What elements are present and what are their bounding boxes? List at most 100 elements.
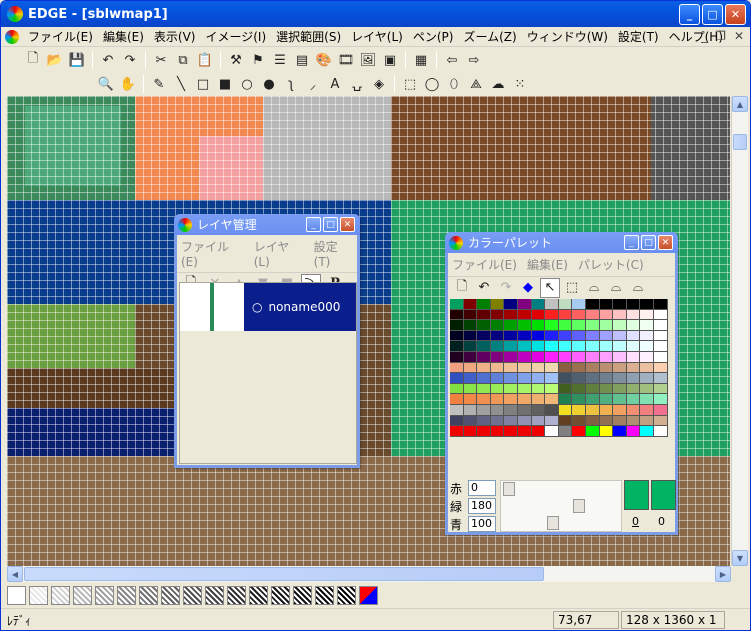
palette-swatch[interactable]	[504, 299, 518, 310]
palette-grad-c-icon[interactable]: ⌓	[628, 278, 648, 298]
mdi-restore-button[interactable]: ❐	[715, 29, 726, 43]
image-icon[interactable]: 🖼	[358, 50, 378, 70]
palette-swatch[interactable]	[504, 394, 518, 405]
palette-swatch[interactable]	[477, 426, 491, 437]
palette-swatch[interactable]	[599, 415, 614, 427]
palette-swatch[interactable]	[450, 330, 464, 342]
palette-swatch[interactable]	[613, 341, 627, 352]
palette-swatch[interactable]	[558, 351, 573, 363]
palette-swatch[interactable]	[517, 299, 532, 310]
palette-swatch[interactable]	[585, 362, 600, 374]
palette-swatch[interactable]	[640, 362, 654, 374]
palette-swatch[interactable]	[450, 394, 464, 405]
palette-swatch[interactable]	[626, 330, 641, 342]
palette-swatch[interactable]	[490, 341, 505, 352]
palette-swatch[interactable]	[626, 341, 641, 352]
palette-swatch[interactable]	[585, 394, 600, 405]
palette-minimize-button[interactable]: _	[624, 235, 639, 250]
palette-swatch[interactable]	[463, 404, 478, 416]
red-input[interactable]: 0	[468, 480, 496, 496]
palette-maximize-button[interactable]: □	[641, 235, 656, 250]
palette-swatch[interactable]	[653, 299, 668, 310]
palette-swatch[interactable]	[585, 351, 600, 363]
palette-swatch[interactable]	[490, 351, 505, 363]
palette-swatch[interactable]	[531, 415, 546, 427]
line-icon[interactable]: ╲	[171, 74, 191, 94]
palette-swatch[interactable]	[558, 299, 573, 310]
palette-swatch[interactable]	[640, 394, 654, 405]
palette-swatch[interactable]	[504, 383, 518, 395]
palette-swatch[interactable]	[558, 362, 573, 374]
rect-fill-icon[interactable]: ■	[215, 74, 235, 94]
palette-swatch[interactable]	[504, 373, 518, 384]
palette-swatch[interactable]	[545, 415, 559, 427]
pattern-swatch[interactable]	[337, 585, 356, 605]
palette-swatch[interactable]	[653, 320, 668, 331]
palette-swatch[interactable]	[626, 351, 641, 363]
layer-menu-file[interactable]: ファイル(E)	[181, 238, 244, 269]
palette-swatch[interactable]	[585, 341, 600, 352]
palette-swatch[interactable]	[613, 362, 627, 374]
palette-swatch[interactable]	[653, 415, 668, 427]
palette-swatch[interactable]	[517, 320, 532, 331]
palette-swatch[interactable]	[599, 330, 614, 342]
palette-swatch[interactable]	[545, 309, 559, 321]
menu-window[interactable]: ウィンドウ(W)	[522, 28, 613, 45]
tool-a-icon[interactable]: ⚒	[226, 50, 246, 70]
palette-swatch[interactable]	[463, 330, 478, 342]
palette-swatch[interactable]	[463, 373, 478, 384]
palette-swatch[interactable]	[545, 299, 559, 310]
palette-swatch[interactable]	[545, 341, 559, 352]
palette-swatch[interactable]	[463, 415, 478, 427]
palette-swatch[interactable]	[477, 415, 491, 427]
pattern-swatch[interactable]	[7, 585, 26, 605]
cut-icon[interactable]: ✂	[151, 50, 171, 70]
palette-swatch[interactable]	[477, 383, 491, 395]
palette-swatch[interactable]	[585, 330, 600, 342]
palette-swatch[interactable]	[504, 341, 518, 352]
spoid-icon[interactable]: ⸝	[303, 74, 323, 94]
palette-swatch[interactable]	[545, 404, 559, 416]
new-icon[interactable]: 🗋	[23, 50, 43, 70]
palette-swatch[interactable]	[585, 309, 600, 321]
scroll-down-icon[interactable]: ▼	[732, 550, 748, 566]
palette-swatch[interactable]	[463, 362, 478, 374]
color-index-b[interactable]: 0	[658, 515, 665, 528]
palette-swatch[interactable]	[613, 415, 627, 427]
palette-swatch[interactable]	[517, 394, 532, 405]
palette-swatch[interactable]	[477, 404, 491, 416]
palette-swatch[interactable]	[558, 415, 573, 427]
palette-swatch[interactable]	[517, 341, 532, 352]
palette-swatch[interactable]	[572, 383, 586, 395]
layer-row[interactable]: ○ noname000	[180, 283, 356, 331]
close-button[interactable]: ✕	[725, 4, 746, 25]
palette-swatch[interactable]	[477, 299, 491, 310]
palette-swatch[interactable]	[640, 426, 654, 437]
palette-swatch[interactable]	[490, 309, 505, 321]
palette-new-icon[interactable]: 🗋	[452, 278, 472, 298]
palette-swatch[interactable]	[504, 404, 518, 416]
palette-grad-b-icon[interactable]: ⌓	[606, 278, 626, 298]
palette-swatch[interactable]	[572, 404, 586, 416]
palette-swatch[interactable]	[640, 415, 654, 427]
zoom-icon[interactable]: 🔍	[96, 74, 116, 94]
palette-swatch[interactable]	[517, 383, 532, 395]
pattern-swatch[interactable]	[249, 585, 268, 605]
palette-swatch[interactable]	[640, 330, 654, 342]
arrow-left-icon[interactable]: ⇦	[442, 50, 462, 70]
green-slider-handle[interactable]	[573, 499, 585, 513]
select-rect-icon[interactable]: ⬚	[400, 74, 420, 94]
palette-swatch[interactable]	[517, 404, 532, 416]
palette-swatch[interactable]	[477, 394, 491, 405]
maximize-button[interactable]: □	[702, 4, 723, 25]
palette-swap-icon[interactable]: ◆	[518, 278, 538, 298]
palette-swatch[interactable]	[558, 394, 573, 405]
palette-swatch[interactable]	[504, 362, 518, 374]
pattern-swatch[interactable]	[117, 585, 136, 605]
palette-swatch[interactable]	[477, 309, 491, 321]
tool-b-icon[interactable]: ⚑	[248, 50, 268, 70]
palette-swatch[interactable]	[613, 299, 627, 310]
palette-swatch[interactable]	[517, 426, 532, 437]
palette-swatch[interactable]	[640, 341, 654, 352]
palette-swatch[interactable]	[599, 299, 614, 310]
